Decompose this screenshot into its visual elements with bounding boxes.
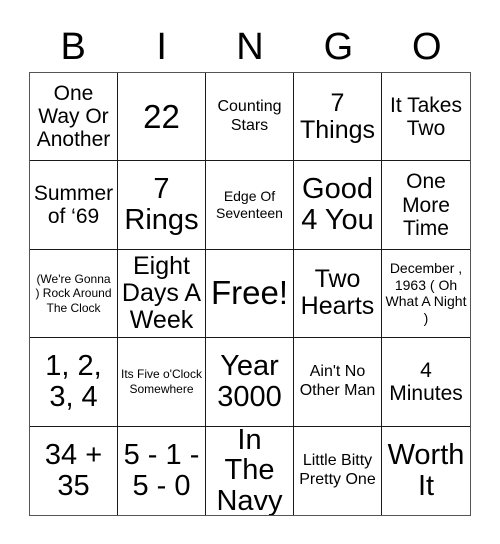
- bingo-cell-label: Year 3000: [217, 350, 282, 413]
- bingo-cell-label: Its Five o'Clock Somewhere: [121, 367, 202, 396]
- bingo-cell[interactable]: Summer of ‘69: [30, 161, 118, 250]
- bingo-cell[interactable]: It Takes Two: [382, 73, 470, 162]
- bingo-cell[interactable]: Edge Of Seventeen: [206, 161, 294, 250]
- bingo-cell-label: Edge Of Seventeen: [216, 188, 283, 222]
- header-letter-i: I: [156, 26, 167, 68]
- bingo-cell[interactable]: 7 Rings: [118, 161, 206, 250]
- bingo-cell[interactable]: 4 Minutes: [382, 338, 470, 427]
- bingo-cell-label: Free!: [210, 274, 289, 312]
- bingo-header-letters: B I N G O: [29, 22, 471, 72]
- bingo-cell-label: (We're Gonna ) Rock Around The Clock: [35, 271, 112, 315]
- bingo-cell[interactable]: Eight Days A Week: [118, 249, 206, 339]
- bingo-cell-free[interactable]: Free!: [206, 249, 294, 339]
- bingo-cell-label: December , 1963 ( Oh What A Night ): [385, 259, 467, 327]
- header-letter-g: G: [323, 26, 354, 68]
- header-letter-n: N: [236, 26, 264, 68]
- bingo-cell[interactable]: 5 - 1 - 5 - 0: [118, 426, 206, 515]
- bingo-card: B I N G O One Way Or Another 22 Counting…: [0, 0, 500, 544]
- bingo-cell[interactable]: 22: [118, 73, 206, 162]
- bingo-cell-label: It Takes Two: [390, 93, 462, 140]
- bingo-cell-label: In The Navy: [216, 426, 283, 515]
- header-letter-o: O: [412, 26, 442, 68]
- bingo-cell[interactable]: One Way Or Another: [30, 73, 118, 162]
- bingo-cell-label: 4 Minutes: [389, 358, 463, 405]
- bingo-cell-label: Summer of ‘69: [33, 182, 114, 229]
- bingo-cell[interactable]: Its Five o'Clock Somewhere: [118, 338, 206, 427]
- bingo-cell-label: 7 Things: [299, 88, 376, 144]
- bingo-cell[interactable]: 7 Things: [294, 73, 382, 162]
- bingo-cell[interactable]: Year 3000: [206, 338, 294, 427]
- bingo-cell-label: One More Time: [402, 170, 450, 240]
- bingo-cell[interactable]: 1, 2, 3, 4: [30, 338, 118, 427]
- bingo-cell[interactable]: In The Navy: [206, 426, 294, 515]
- bingo-cell-label: Two Hearts: [300, 265, 375, 321]
- bingo-cell[interactable]: Worth It: [382, 426, 470, 515]
- bingo-cell-label: One Way Or Another: [36, 82, 111, 152]
- bingo-cell-label: Good 4 You: [301, 173, 374, 237]
- bingo-cell-label: 34 + 35: [44, 439, 103, 502]
- bingo-cell[interactable]: Two Hearts: [294, 249, 382, 339]
- bingo-cell-label: Counting Stars: [217, 98, 282, 134]
- bingo-cell-label: Little Bitty Pretty One: [299, 452, 376, 488]
- bingo-cell-label: Ain't No Other Man: [299, 363, 376, 399]
- bingo-cell[interactable]: Little Bitty Pretty One: [294, 426, 382, 515]
- bingo-cell[interactable]: One More Time: [382, 161, 470, 250]
- bingo-cell-label: 7 Rings: [124, 173, 199, 237]
- header-letter-b: B: [60, 26, 86, 68]
- bingo-cell-label: 5 - 1 - 5 - 0: [123, 439, 200, 502]
- bingo-cell-label: 1, 2, 3, 4: [45, 350, 102, 413]
- bingo-cell[interactable]: (We're Gonna ) Rock Around The Clock: [30, 249, 118, 339]
- bingo-cell[interactable]: 34 + 35: [30, 426, 118, 515]
- bingo-cell[interactable]: Good 4 You: [294, 161, 382, 250]
- bingo-cell[interactable]: Ain't No Other Man: [294, 338, 382, 427]
- bingo-cell-label: 22: [143, 97, 180, 135]
- bingo-grid: One Way Or Another 22 Counting Stars 7 T…: [29, 72, 471, 516]
- bingo-cell-label: Eight Days A Week: [121, 251, 202, 334]
- bingo-cell[interactable]: December , 1963 ( Oh What A Night ): [382, 249, 470, 339]
- bingo-cell-label: Worth It: [387, 439, 465, 502]
- bingo-cell[interactable]: Counting Stars: [206, 73, 294, 162]
